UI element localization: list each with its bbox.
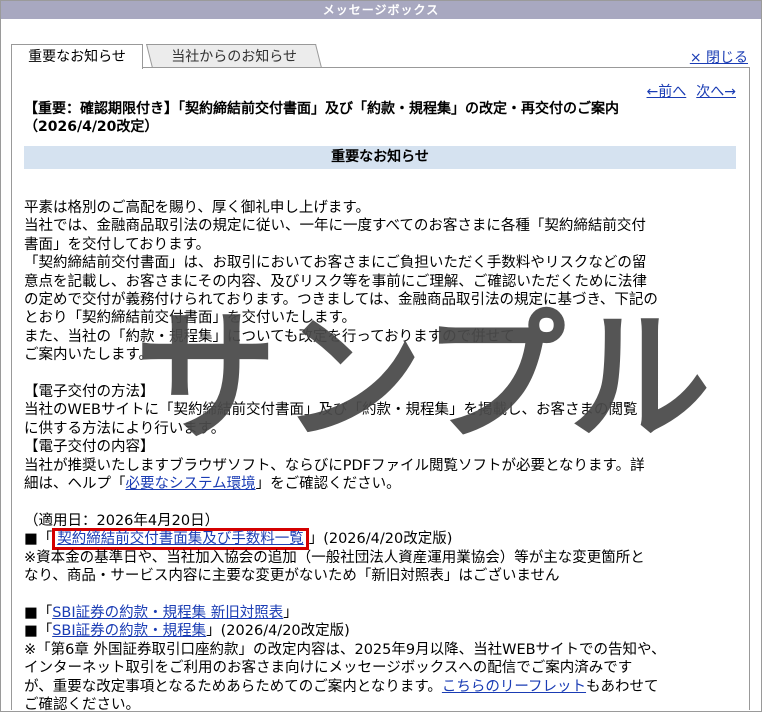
terms-comparison-link[interactable]: SBI証券の約款・規程集 新旧対照表 [52,605,283,621]
text-line: が、重要な改定事項となるためあらためてのご案内となります。こちらのリーフレットも… [24,678,740,696]
next-link[interactable]: 次へ→ [696,84,736,100]
text-fragment: もあわせて [586,678,659,695]
text-line: なり、商品・サービス内容に主要な変更がないため「新旧対照表」はございません [24,568,560,585]
notice-title-line1: 【重要：確認期限付き】「契約締結前交付書面」及び「約款・規程集」の改定・再交付の… [24,101,619,117]
notice-body: 平素は格別のご高配を賜り、厚く御礼申し上げます。 当社では、金融商品取引法の規定… [24,199,740,714]
text-fragment: 細は、ヘルプ「 [24,476,126,493]
text-line: インターネット取引をご利用のお客さま向けにメッセージボックスへの配信でご案内済み… [24,660,633,677]
highlight-box: 契約締結前交付書面集及び手数料一覧 [52,528,309,551]
terms-collection-link[interactable]: SBI証券の約款・規程集 [52,623,206,639]
text-line: 意点を記載し、お客さまにその内容、及びリスク等を事前にご理解、ご確認いただくため… [24,273,647,290]
list-item: ■「 契約締結前交付書面集及び手数料一覧 」(2026/4/20改定版) [24,528,740,551]
text-fragment: 」(2026/4/20改定版) [206,623,350,640]
text-line: また、当社の「約款・規程集」についても改定を行っておりますので併せて [24,328,515,345]
text-line: 当社のWEBサイトに「契約締結前交付書面」及び「約款・規程集」を掲載し、お客さま… [24,402,638,419]
text-line: ※資本金の基準日や、当社加入協会の追加（一般社団法人資産運用業協会）等が主な変更… [24,549,645,566]
section-heading-content: 【電子交付の内容】 [24,439,155,456]
system-requirements-link[interactable]: 必要なシステム環境 [126,476,256,492]
section-heading-method: 【電子交付の方法】 [24,384,155,401]
text-line: 当社が推奨いたしますブラウザソフト、ならびにPDFファイル閲覧ソフトが必要となり… [24,457,645,474]
tab-company-notices[interactable]: 当社からのお知らせ [146,44,322,68]
text-line: 書面」を交付しております。 [24,236,211,253]
text-line: 細は、ヘルプ「必要なシステム環境」をご確認ください。 [24,475,740,493]
leaflet-link[interactable]: こちらのリーフレット [442,679,586,695]
pre-contract-documents-link[interactable]: 契約締結前交付書面集及び手数料一覧 [57,531,304,547]
text-fragment: ■「 [24,623,53,640]
text-line: に供する方法により行います。 [24,420,226,437]
list-item: ■「SBI証券の約款・規程集」(2026/4/20改定版) [24,622,740,640]
text-fragment: が、重要な改定事項となるためあらためてのご案内となります。 [24,678,442,695]
text-line: ご案内いたします。 [24,347,154,364]
text-fragment: 」 [283,604,298,621]
text-line: ※「第6章 外国証券取引口座約款」の改定内容は、2025年9月以降、当社WEBサ… [24,641,666,658]
text-fragment: 」(2026/4/20改定版) [308,531,453,548]
text-line: ご確認ください。 [24,696,140,713]
window-title: メッセージボックス [1,1,761,19]
section-band: 重要なお知らせ [24,146,736,169]
text-line: の定めで交付が義務付けられております。つきましては、金融商品取引法の規定に基づき… [24,292,658,309]
prev-link[interactable]: ←前へ [647,84,687,100]
text-fragment: 」をご確認ください。 [255,476,401,493]
text-line: 平素は格別のご高配を賜り、厚く御礼申し上げます。 [24,200,370,216]
text-line: 「契約締結前交付書面」は、お取引においてお客さまにご負担いただく手数料やリスクな… [24,255,647,272]
list-item: ■「SBI証券の約款・規程集 新旧対照表」 [24,604,740,622]
notice-title: 【重要：確認期限付き】「契約締結前交付書面」及び「約款・規程集」の改定・再交付の… [24,100,736,136]
pager: ←前へ 次へ→ [637,81,736,101]
text-line: とおり「契約締結前交付書面」を交付いたします。 [24,310,357,327]
close-link[interactable]: × 閉じる [690,47,748,67]
text-line: 当社では、金融商品取引法の規定に従い、一年に一度すべてのお客さまに各種「契約締結… [24,218,646,235]
tab-bar: 重要なお知らせ 当社からのお知らせ [11,44,750,69]
text-fragment: ■「 [24,604,53,621]
tab-important-notices[interactable]: 重要なお知らせ [11,44,143,69]
notice-title-line2: （2026/4/20改定） [24,119,159,135]
tab-company-notices-label: 当社からのお知らせ [171,49,298,65]
text-fragment: ■「 [24,531,53,548]
